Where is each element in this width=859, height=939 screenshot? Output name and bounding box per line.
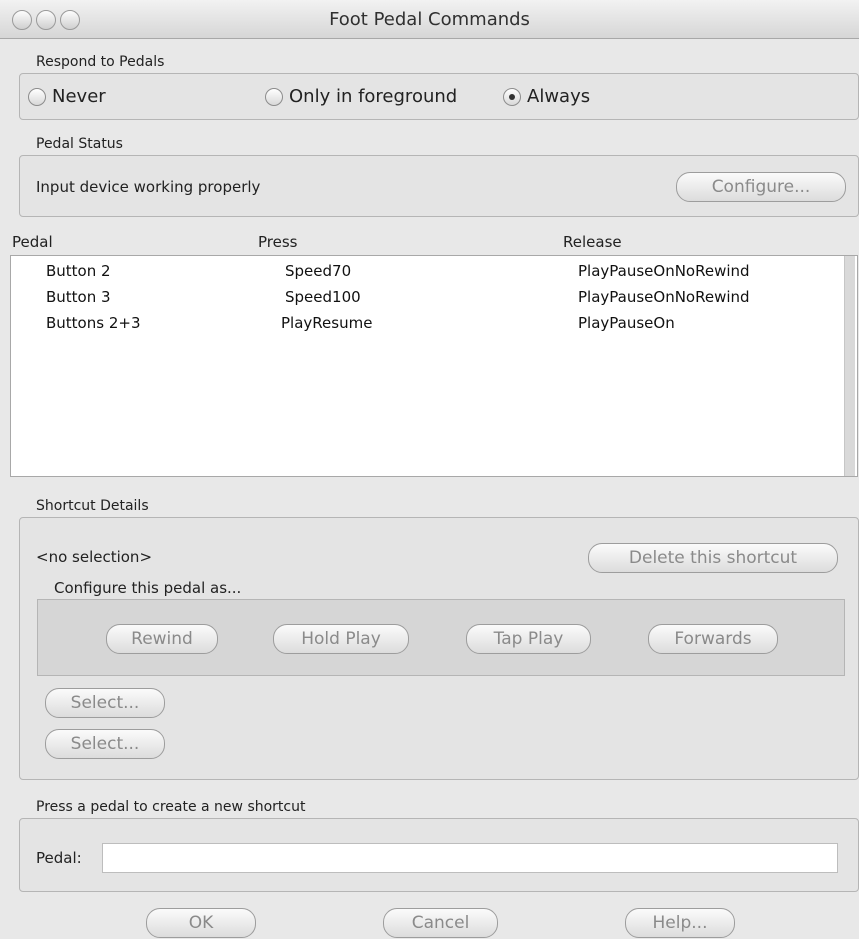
shortcut-table[interactable]: Button 2 Speed70 PlayPauseOnNoRewind But… — [10, 255, 858, 477]
column-header-press[interactable]: Press — [258, 233, 297, 251]
configure-button[interactable]: Configure... — [676, 172, 846, 202]
row-release-cell: PlayPauseOnNoRewind — [578, 262, 750, 280]
details-section-label: Shortcut Details — [36, 498, 149, 514]
tap-play-button[interactable]: Tap Play — [466, 624, 591, 654]
radio-never[interactable]: Never — [28, 86, 106, 107]
cancel-button[interactable]: Cancel — [383, 908, 498, 938]
forwards-button[interactable]: Forwards — [648, 624, 778, 654]
column-header-release[interactable]: Release — [563, 233, 622, 251]
hold-play-button[interactable]: Hold Play — [273, 624, 409, 654]
ok-button[interactable]: OK — [146, 908, 256, 938]
respond-section-label: Respond to Pedals — [36, 54, 165, 70]
radio-never-indicator[interactable] — [28, 87, 46, 106]
radio-only-in-foreground[interactable]: Only in foreground — [265, 86, 457, 107]
pedal-input[interactable] — [102, 843, 838, 873]
radio-always-label: Always — [527, 86, 591, 107]
row-press-cell: Speed70 — [285, 262, 352, 280]
table-scrollbar[interactable] — [844, 256, 855, 476]
pedal-field-label: Pedal: — [36, 849, 82, 867]
row-pedal-cell: Button 3 — [46, 288, 111, 306]
radio-foreground-indicator[interactable] — [265, 87, 283, 106]
rewind-button[interactable]: Rewind — [106, 624, 218, 654]
radio-always-indicator[interactable] — [503, 87, 521, 106]
row-release-cell: PlayPauseOn — [578, 314, 675, 332]
row-press-cell: Speed100 — [285, 288, 361, 306]
row-release-cell: PlayPauseOnNoRewind — [578, 288, 750, 306]
title-bar[interactable]: Foot Pedal Commands — [0, 0, 859, 39]
row-pedal-cell: Button 2 — [46, 262, 111, 280]
row-press-cell: PlayResume — [281, 314, 373, 332]
help-button[interactable]: Help... — [625, 908, 735, 938]
column-header-pedal[interactable]: Pedal — [12, 233, 53, 251]
delete-shortcut-button[interactable]: Delete this shortcut — [588, 543, 838, 573]
row-pedal-cell: Buttons 2+3 — [46, 314, 141, 332]
radio-never-label: Never — [52, 86, 106, 107]
select-button-2[interactable]: Select... — [45, 729, 165, 759]
status-section-label: Pedal Status — [36, 136, 123, 152]
radio-foreground-label: Only in foreground — [289, 86, 458, 107]
configure-as-label: Configure this pedal as... — [54, 579, 242, 597]
window-title: Foot Pedal Commands — [329, 9, 530, 30]
create-section-label: Press a pedal to create a new shortcut — [36, 799, 306, 815]
radio-always[interactable]: Always — [503, 86, 590, 107]
status-message: Input device working properly — [36, 178, 261, 196]
selection-text: <no selection> — [36, 548, 153, 566]
select-button-1[interactable]: Select... — [45, 688, 165, 718]
